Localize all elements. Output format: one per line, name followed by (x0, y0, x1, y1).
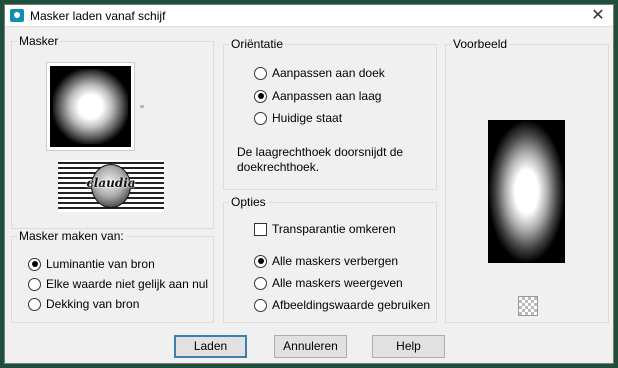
source-option-nonzero[interactable]: Elke waarde niet gelijk aan nul (28, 277, 208, 291)
mask-thumbnail[interactable] (47, 63, 134, 150)
orientation-group: Oriëntatie Aanpassen aan doek Aanpassen … (223, 37, 437, 190)
radio-button-icon (28, 277, 41, 291)
radio-button-icon (28, 297, 41, 311)
radio-button-icon (254, 89, 267, 103)
preview-image (488, 120, 565, 263)
mask-thumbnail-handle-icon (140, 105, 144, 108)
mask-source-label: Masker maken van: (17, 229, 126, 243)
radio-button-icon (254, 298, 267, 312)
orientation-option-fit-canvas[interactable]: Aanpassen aan doek (254, 66, 385, 80)
source-option-opacity[interactable]: Dekking van bron (28, 297, 139, 311)
orientation-option-current-state[interactable]: Huidige staat (254, 111, 342, 125)
transparency-checker-icon[interactable] (518, 296, 538, 316)
claudia-watermark-text: claudia (86, 176, 136, 190)
masks-option-show-all[interactable]: Alle maskers weergeven (254, 276, 403, 290)
masks-option-hide-all[interactable]: Alle maskers verbergen (254, 254, 398, 268)
masker-group-label: Masker (17, 34, 61, 48)
window-title: Masker laden vanaf schijf (30, 9, 166, 23)
close-button[interactable]: ✕ (587, 6, 609, 26)
claudia-watermark: claudia (58, 160, 164, 212)
radio-button-icon (254, 111, 267, 125)
orientation-description: De laagrechthoek doorsnijdt de doekrecht… (237, 145, 404, 174)
masker-group: Masker claudia (11, 34, 214, 229)
orientation-option-fit-layer[interactable]: Aanpassen aan laag (254, 89, 381, 103)
radio-button-icon (28, 257, 41, 271)
title-bar: Masker laden vanaf schijf ✕ (5, 5, 613, 27)
load-button[interactable]: Laden (174, 335, 247, 358)
preview-label: Voorbeeld (451, 37, 510, 51)
help-button[interactable]: Help (372, 335, 445, 358)
app-icon (10, 9, 24, 22)
options-label: Opties (229, 195, 268, 209)
source-option-luminance[interactable]: Luminantie van bron (28, 257, 155, 271)
dialog-window: Masker laden vanaf schijf ✕ Masker claud… (4, 4, 614, 364)
radio-button-icon (254, 276, 267, 290)
cancel-button[interactable]: Annuleren (274, 335, 347, 358)
masks-option-image-value[interactable]: Afbeeldingswaarde gebruiken (254, 298, 430, 312)
invert-transparency-checkbox[interactable]: Transparantie omkeren (254, 222, 396, 236)
radio-button-icon (254, 254, 267, 268)
preview-group: Voorbeeld (445, 37, 609, 323)
radio-button-icon (254, 66, 267, 80)
mask-source-group: Masker maken van: Luminantie van bron El… (11, 229, 214, 323)
orientation-label: Oriëntatie (229, 37, 286, 51)
options-group: Opties Transparantie omkeren Alle masker… (223, 195, 437, 323)
checkbox-icon (254, 222, 267, 236)
